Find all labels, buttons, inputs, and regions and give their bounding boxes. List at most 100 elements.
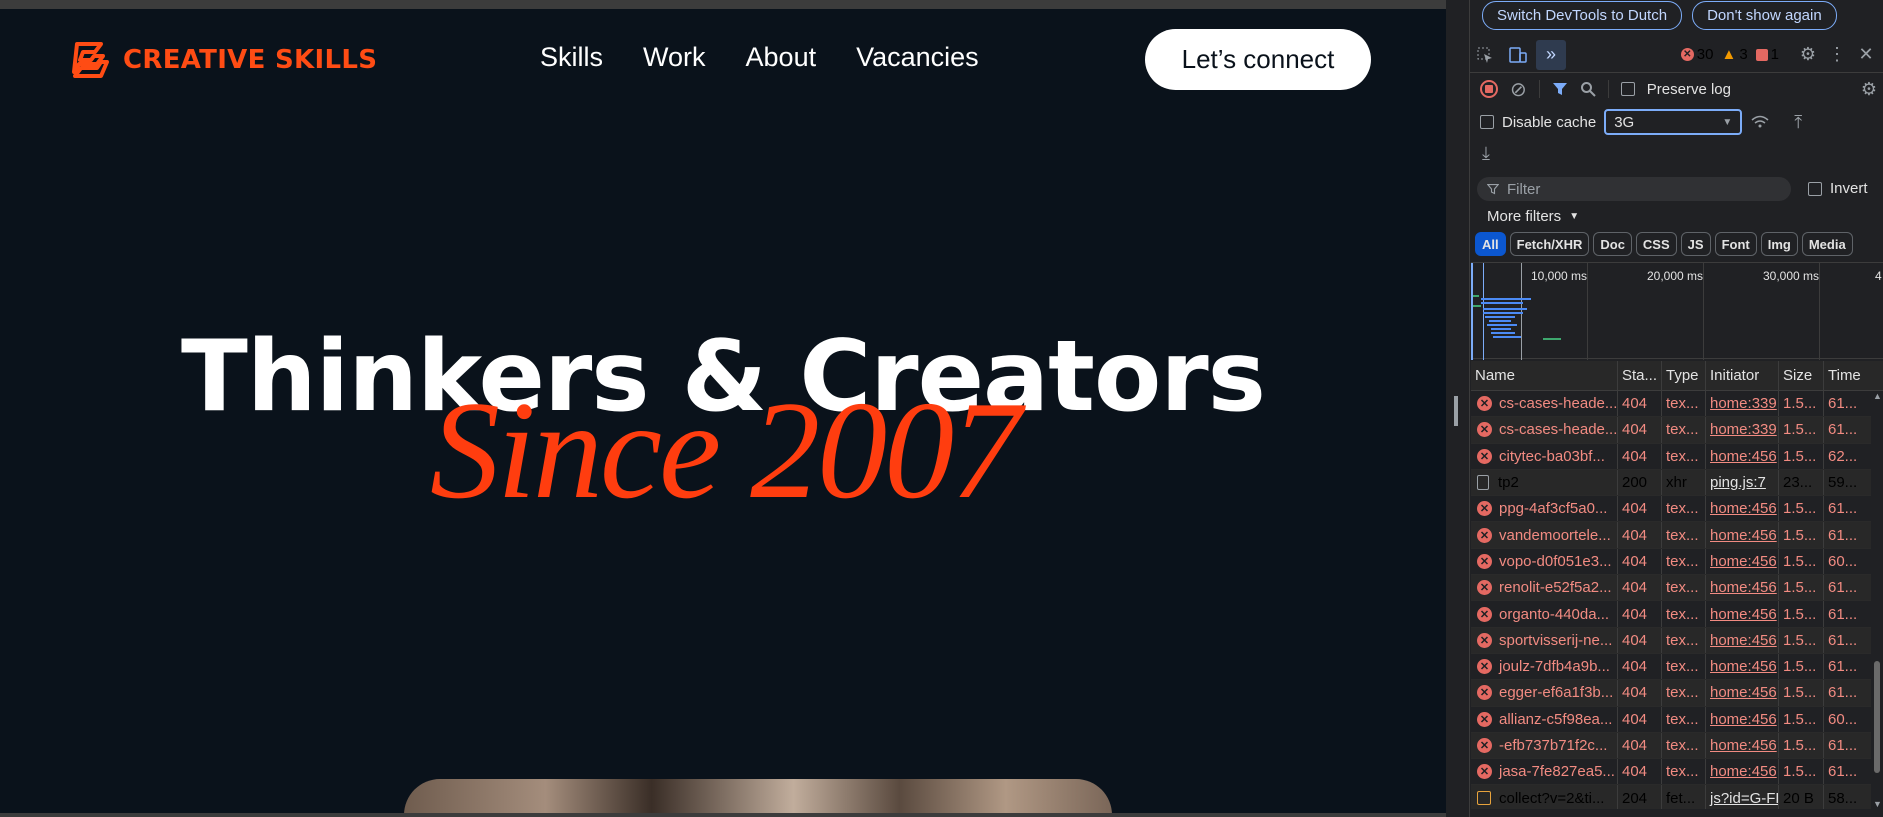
more-filters-dropdown[interactable]: More filters ▼ bbox=[1487, 208, 1579, 225]
timeline-waterfall-bar bbox=[1491, 328, 1511, 330]
request-initiator-link[interactable]: home:456 bbox=[1710, 763, 1777, 780]
request-row[interactable]: ✕ citytec-ba03bf... 404 tex... home:456 1.5..… bbox=[1471, 443, 1877, 470]
request-initiator-link[interactable]: home:456 bbox=[1710, 527, 1777, 544]
filter-chip-all[interactable]: All bbox=[1475, 232, 1506, 256]
settings-gear-icon[interactable]: ⚙ bbox=[1791, 44, 1825, 65]
request-row[interactable]: ✕ ppg-4af3cf5a0... 404 tex... home:456 1.5...… bbox=[1471, 496, 1877, 523]
invert-option[interactable]: Invert bbox=[1808, 180, 1868, 197]
resize-grip-icon[interactable] bbox=[1454, 396, 1458, 426]
request-name-cell: ✕ cs-cases-heade... bbox=[1471, 391, 1618, 417]
devtools-resizer[interactable] bbox=[1446, 0, 1470, 817]
request-row[interactable]: ✕ egger-ef6a1f3b... 404 tex... home:456 1.5..… bbox=[1471, 680, 1877, 707]
network-toolbar-row-3: ⤓ bbox=[1470, 142, 1883, 164]
request-row[interactable]: ✕ renolit-e52f5a2... 404 tex... home:456 1.5.… bbox=[1471, 575, 1877, 602]
switch-language-button[interactable]: Switch DevTools to Dutch bbox=[1482, 1, 1683, 30]
request-row[interactable]: ✕ vopo-d0f051e3... 404 tex... home:456 1.5...… bbox=[1471, 548, 1877, 576]
request-time: 61... bbox=[1828, 658, 1858, 676]
request-initiator-cell: home:456 bbox=[1706, 759, 1779, 785]
request-row[interactable]: ✕ -efb737b71f2c... 404 tex... home:456 1.5...… bbox=[1471, 732, 1877, 760]
error-icon: ✕ bbox=[1477, 580, 1492, 596]
network-settings-gear-icon[interactable]: ⚙ bbox=[1861, 79, 1877, 100]
request-initiator-link[interactable]: home:456 bbox=[1710, 632, 1777, 649]
error-icon: ✕ bbox=[1477, 711, 1492, 727]
request-row[interactable]: tp2 200 xhr ping.js:7 23... 59... bbox=[1471, 469, 1877, 497]
request-row[interactable]: ✕ sportvisserij-ne... 404 tex... home:456 1.5… bbox=[1471, 627, 1877, 654]
column-time[interactable]: Time bbox=[1824, 361, 1877, 390]
timeline-range-start[interactable] bbox=[1471, 263, 1473, 360]
network-conditions-icon[interactable] bbox=[1750, 114, 1770, 130]
export-har-icon[interactable]: ⤓ bbox=[1482, 143, 1490, 164]
filter-chip-css[interactable]: CSS bbox=[1635, 232, 1677, 256]
disable-cache-checkbox[interactable] bbox=[1480, 115, 1494, 129]
logo[interactable]: CREATIVE SKILLS bbox=[67, 36, 377, 84]
request-row[interactable]: ✕ jasa-7fe827ea5... 404 tex... home:456 1.5..… bbox=[1471, 759, 1877, 786]
request-initiator-link[interactable]: home:339 bbox=[1710, 421, 1777, 438]
record-stop-icon[interactable] bbox=[1480, 80, 1498, 98]
nav-vacancies[interactable]: Vacancies bbox=[856, 42, 979, 73]
request-name-cell: ✕ organto-440da... bbox=[1471, 601, 1618, 627]
invert-checkbox[interactable] bbox=[1808, 181, 1822, 196]
request-initiator-link[interactable]: js?id=G-FL bbox=[1710, 790, 1778, 807]
request-initiator-link[interactable]: home:456 bbox=[1710, 711, 1777, 728]
request-initiator-cell: home:456 bbox=[1706, 680, 1779, 706]
preserve-log-label: Preserve log bbox=[1646, 80, 1731, 98]
issue-counters[interactable]: ✕ 30 ▲ 3 1 bbox=[1680, 46, 1779, 63]
import-har-icon[interactable]: ⤒ bbox=[1794, 112, 1802, 133]
request-size: 1.5... bbox=[1779, 732, 1824, 759]
request-row[interactable]: ✕ allianz-c5f98ea... 404 tex... home:456 1.5.… bbox=[1471, 706, 1877, 733]
request-initiator-link[interactable]: home:456 bbox=[1710, 579, 1777, 596]
throttling-select[interactable]: 3G ▼ bbox=[1604, 109, 1743, 135]
scroll-up-icon[interactable]: ▲ bbox=[1873, 391, 1882, 401]
nav-about[interactable]: About bbox=[746, 42, 817, 73]
nav-work[interactable]: Work bbox=[643, 42, 706, 73]
request-initiator-link[interactable]: home:456 bbox=[1710, 737, 1777, 754]
network-overview-timeline[interactable]: 10,000 ms 20,000 ms 30,000 ms 4 bbox=[1471, 262, 1883, 360]
column-size[interactable]: Size bbox=[1779, 361, 1824, 390]
device-toolbar-icon[interactable] bbox=[1500, 46, 1536, 64]
dont-show-again-button[interactable]: Don't show again bbox=[1692, 1, 1837, 30]
close-devtools-icon[interactable]: ✕ bbox=[1849, 44, 1883, 65]
column-status[interactable]: Sta... bbox=[1618, 361, 1662, 390]
search-icon[interactable] bbox=[1580, 81, 1596, 97]
request-row[interactable]: ✕ cs-cases-heade... 404 tex... home:339 1.5..… bbox=[1471, 417, 1877, 444]
request-initiator-link[interactable]: ping.js:7 bbox=[1710, 474, 1766, 491]
request-size: 1.5... bbox=[1779, 575, 1824, 601]
request-initiator-link[interactable]: home:456 bbox=[1710, 448, 1777, 465]
request-initiator-link[interactable]: home:339 bbox=[1710, 395, 1777, 412]
inspect-element-icon[interactable] bbox=[1470, 46, 1500, 64]
kebab-menu-icon[interactable]: ⋮ bbox=[1825, 44, 1849, 65]
column-name[interactable]: Name bbox=[1471, 361, 1618, 390]
filter-chip-media[interactable]: Media bbox=[1801, 232, 1853, 256]
filter-chip-js[interactable]: JS bbox=[1680, 232, 1711, 256]
lets-connect-button[interactable]: Let’s connect bbox=[1145, 29, 1371, 90]
clear-icon[interactable]: ⊘ bbox=[1510, 77, 1527, 102]
scroll-down-icon[interactable]: ▼ bbox=[1873, 799, 1882, 809]
filter-chip-fetch-xhr[interactable]: Fetch/XHR bbox=[1509, 232, 1590, 256]
error-icon: ✕ bbox=[1477, 606, 1492, 622]
error-count-icon: ✕ bbox=[1680, 48, 1694, 61]
filter-chip-font[interactable]: Font bbox=[1714, 232, 1757, 256]
request-initiator-link[interactable]: home:456 bbox=[1710, 553, 1777, 570]
filter-chip-img[interactable]: Img bbox=[1760, 232, 1798, 256]
scrollbar-thumb[interactable] bbox=[1874, 661, 1880, 773]
request-row[interactable]: ✕ vandemoortele... 404 tex... home:456 1.5...… bbox=[1471, 522, 1877, 549]
more-tabs-icon[interactable]: » bbox=[1536, 39, 1566, 70]
column-type[interactable]: Type bbox=[1662, 361, 1706, 390]
request-row[interactable]: ✕ organto-440da... 404 tex... home:456 1.5...… bbox=[1471, 601, 1877, 628]
request-initiator-link[interactable]: home:456 bbox=[1710, 684, 1777, 701]
request-row[interactable]: ✕ cs-cases-heade... 404 tex... home:339 1.5..… bbox=[1471, 391, 1877, 418]
request-initiator-link[interactable]: home:456 bbox=[1710, 658, 1777, 675]
request-name: joulz-7dfb4a9b... bbox=[1499, 658, 1610, 676]
request-initiator-link[interactable]: home:456 bbox=[1710, 606, 1777, 623]
preserve-log-checkbox[interactable] bbox=[1620, 82, 1635, 96]
request-row[interactable]: ✕ joulz-7dfb4a9b... 404 tex... home:456 1.5..… bbox=[1471, 653, 1877, 681]
requests-scrollbar[interactable]: ▲ ▼ bbox=[1871, 391, 1883, 817]
timeline-waterfall-bar bbox=[1481, 302, 1523, 304]
filter-chip-doc[interactable]: Doc bbox=[1593, 232, 1632, 256]
request-row[interactable]: collect?v=2&ti... 204 fet... js?id=G-FL 20 B… bbox=[1471, 785, 1877, 809]
filter-funnel-icon[interactable] bbox=[1552, 81, 1568, 97]
column-initiator[interactable]: Initiator bbox=[1706, 361, 1779, 390]
nav-skills[interactable]: Skills bbox=[540, 42, 603, 73]
request-initiator-link[interactable]: home:456 bbox=[1710, 500, 1777, 517]
filter-input[interactable]: Filter bbox=[1477, 177, 1791, 201]
